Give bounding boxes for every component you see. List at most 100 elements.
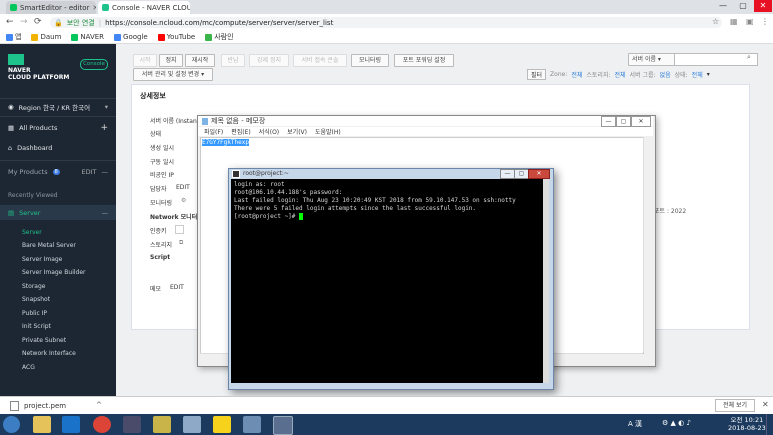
my-products-edit-button[interactable]: EDIT: [82, 168, 97, 176]
sidebar-item-acg[interactable]: ACG: [22, 364, 35, 371]
app-icon[interactable]: [153, 416, 171, 433]
sidebar-item-server-section[interactable]: ▤ Server —: [0, 205, 116, 220]
profile-icon[interactable]: ▣: [746, 17, 754, 26]
region-selector[interactable]: ◉ Region 한국 / KR 한국어 ▾: [0, 99, 116, 115]
collapse-icon[interactable]: —: [102, 168, 109, 176]
sidebar-item-bare-metal[interactable]: Bare Metal Server: [22, 242, 76, 249]
ncloud-favicon-icon: [102, 4, 109, 11]
server-manage-dropdown[interactable]: 서버 관리 및 설정 변경 ▾: [133, 68, 213, 81]
bookmark-youtube[interactable]: YouTube: [157, 33, 195, 41]
close-icon[interactable]: ✕: [631, 116, 651, 127]
maximize-icon[interactable]: ▢: [734, 0, 752, 12]
return-button[interactable]: 반납: [221, 54, 245, 67]
start-button-icon[interactable]: [3, 416, 20, 433]
kebab-menu-icon[interactable]: ⋮: [761, 17, 769, 26]
search-field-select[interactable]: 서버 이름 ▾: [628, 53, 675, 66]
tab-console[interactable]: Console - NAVER CLOU ✕: [98, 1, 190, 14]
minimize-icon[interactable]: —: [500, 169, 515, 179]
app-icon[interactable]: [183, 416, 201, 433]
my-products-menu[interactable]: My Products 8 EDIT —: [0, 164, 116, 180]
maximize-icon[interactable]: ▢: [514, 169, 529, 179]
sidebar-item-storage[interactable]: Storage: [22, 283, 45, 290]
reload-icon[interactable]: ⟳: [34, 17, 42, 27]
console-badge[interactable]: Console: [80, 59, 108, 70]
menu-help[interactable]: 도움말(H): [315, 127, 341, 136]
label-storage: 스토리지: [150, 242, 173, 249]
bookmark-daum[interactable]: Daum: [31, 33, 61, 41]
bookmark-saramin[interactable]: 사람인: [205, 32, 234, 42]
minimize-icon[interactable]: —: [601, 116, 616, 127]
sidebar-item-server[interactable]: Server: [22, 229, 42, 236]
file-explorer-icon[interactable]: [33, 416, 51, 433]
owner-edit-button[interactable]: EDIT: [176, 184, 190, 191]
sidebar-item-public-ip[interactable]: Public IP: [22, 310, 47, 317]
forward-icon[interactable]: →: [20, 17, 28, 27]
close-download-bar-icon[interactable]: ✕: [762, 400, 769, 409]
maximize-icon[interactable]: ▢: [616, 116, 631, 127]
extension-icon[interactable]: ▦: [730, 17, 738, 26]
all-products-menu[interactable]: ▦ All Products +: [0, 120, 116, 136]
download-filename[interactable]: project.pem: [24, 402, 66, 410]
notepad-titlebar[interactable]: 제목 없음 - 메모장: [198, 116, 653, 126]
internet-explorer-icon[interactable]: [62, 416, 80, 433]
url-field[interactable]: 🔒 보안 연결 | https://console.ncloud.com/mc/…: [50, 17, 722, 28]
tab-smarteditor[interactable]: SmartEditor - editor ✕: [6, 1, 96, 14]
sidebar-item-server-image[interactable]: Server Image: [22, 256, 62, 263]
menu-format[interactable]: 서식(O): [259, 127, 279, 136]
terminal-output[interactable]: login as: root root@106.10.44.188's pass…: [231, 179, 543, 383]
terminal-scrollbar[interactable]: [543, 179, 549, 383]
show-all-downloads-button[interactable]: 전체 보기: [715, 399, 755, 412]
monitoring-button[interactable]: 모니터링: [351, 54, 389, 67]
stop-button[interactable]: 정지: [159, 54, 183, 67]
filter-storage-value[interactable]: 전체: [615, 70, 626, 79]
clock[interactable]: 오전 10:21 2018-08-23: [728, 416, 766, 432]
bookmark-naver[interactable]: NAVER: [71, 33, 104, 41]
menu-file[interactable]: 파일(F): [204, 127, 223, 136]
sidebar-item-snapshot[interactable]: Snapshot: [22, 296, 50, 303]
close-tab-icon[interactable]: ✕: [92, 4, 96, 12]
kakaotalk-icon[interactable]: [213, 416, 231, 433]
start-button[interactable]: 시작: [133, 54, 157, 67]
dashboard-menu[interactable]: ⌂ Dashboard: [0, 140, 116, 156]
server-console-button[interactable]: 서버 접속 콘솔: [293, 54, 347, 67]
app-icon[interactable]: [123, 416, 141, 433]
bookmark-apps[interactable]: 앱: [6, 32, 21, 42]
filter-status-value[interactable]: 전체: [692, 70, 703, 79]
sidebar-item-init-script[interactable]: Init Script: [22, 323, 51, 330]
tray-icons[interactable]: ⚙ ▲ ◐ ♪: [662, 419, 691, 427]
filter-zone-value[interactable]: 전체: [571, 70, 582, 79]
settings-icon[interactable]: ⚙: [181, 197, 186, 204]
menu-view[interactable]: 보기(V): [287, 127, 307, 136]
close-icon[interactable]: ✕: [528, 169, 550, 179]
bookmark-star-icon[interactable]: ☆: [712, 17, 719, 26]
memo-edit-button[interactable]: EDIT: [170, 284, 184, 291]
bookmark-google[interactable]: Google: [114, 33, 148, 41]
force-stop-button[interactable]: 강제 정지: [249, 54, 289, 67]
sidebar-item-private-subnet[interactable]: Private Subnet: [22, 337, 66, 344]
recently-viewed-label: Recently Viewed: [8, 191, 58, 199]
restart-button[interactable]: 재시작: [185, 54, 215, 67]
putty-taskbar-icon[interactable]: [273, 416, 293, 435]
port-forwarding-button[interactable]: 포트 포워딩 설정: [394, 54, 454, 67]
show-desktop-button[interactable]: [766, 414, 773, 435]
filter-group-value[interactable]: 없음: [660, 70, 671, 79]
minimize-icon[interactable]: —: [714, 0, 732, 12]
ncloud-logo[interactable]: NAVER CLOUD PLATFORM: [8, 54, 69, 81]
filter-button[interactable]: 필터: [527, 69, 547, 80]
chrome-icon[interactable]: [93, 416, 111, 433]
menu-edit[interactable]: 편집(E): [231, 127, 251, 136]
close-window-icon[interactable]: ✕: [754, 0, 772, 12]
search-input[interactable]: [674, 53, 758, 66]
notepad-taskbar-icon[interactable]: [243, 416, 261, 433]
sidebar-item-image-builder[interactable]: Server Image Builder: [22, 269, 86, 276]
chevron-up-icon[interactable]: ^: [96, 401, 102, 409]
auth-key-checkbox[interactable]: [175, 225, 184, 234]
sidebar-item-network-interface[interactable]: Network Interface: [22, 350, 76, 357]
vertical-scrollbar[interactable]: [643, 137, 651, 352]
external-link-icon[interactable]: ⧉: [179, 239, 183, 247]
back-icon[interactable]: ←: [6, 17, 14, 27]
youtube-icon: [157, 33, 165, 41]
ime-indicator[interactable]: A 漢: [628, 419, 642, 429]
collapse-icon[interactable]: —: [102, 209, 109, 217]
search-icon[interactable]: ⌕: [747, 53, 751, 62]
